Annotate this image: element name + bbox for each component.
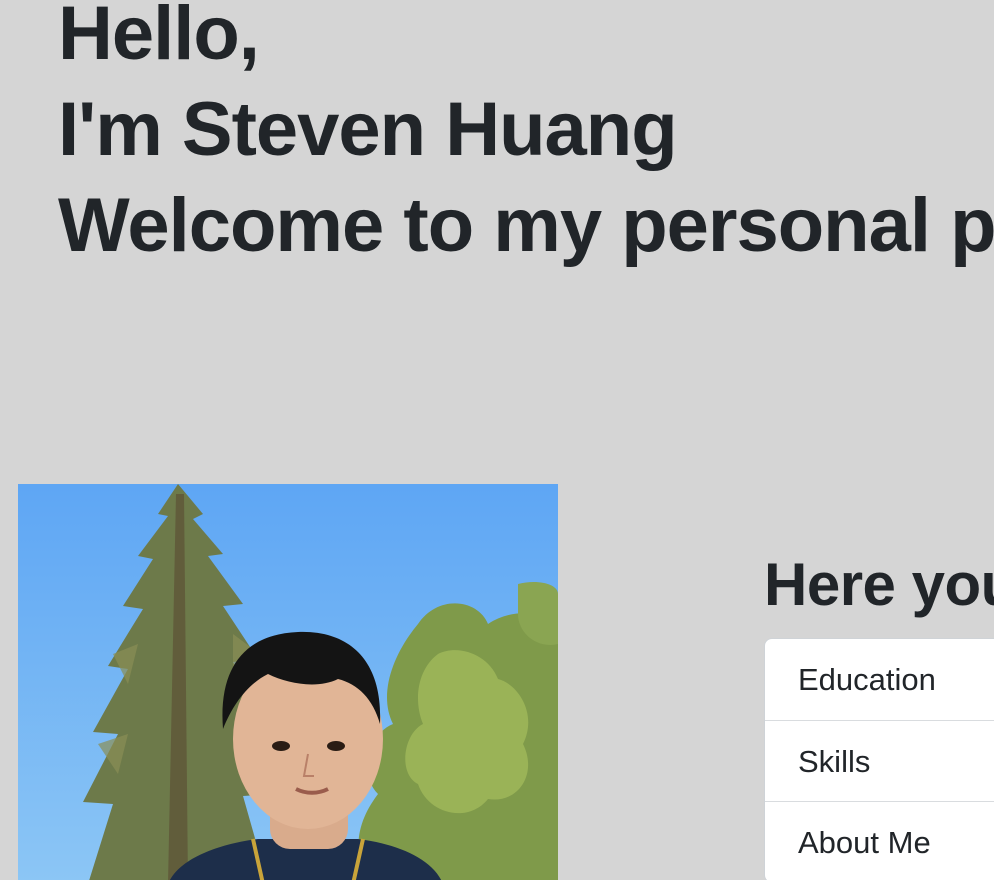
hero-greeting: Hello, [58,0,260,76]
profile-photo [18,484,558,880]
hero-welcome: Welcome to my personal pa [58,183,994,268]
section-nav-list: Education Skills About Me [764,638,994,880]
hero-heading: Hello, I'm Steven Huang Welcome to my pe… [58,0,994,274]
hero-name: I'm Steven Huang [58,87,678,172]
section-title: Here you [764,551,994,618]
list-item-education[interactable]: Education [765,639,994,720]
list-item-about-me[interactable]: About Me [765,801,994,880]
page: Hello, I'm Steven Huang Welcome to my pe… [0,0,994,880]
list-item-skills[interactable]: Skills [765,720,994,801]
